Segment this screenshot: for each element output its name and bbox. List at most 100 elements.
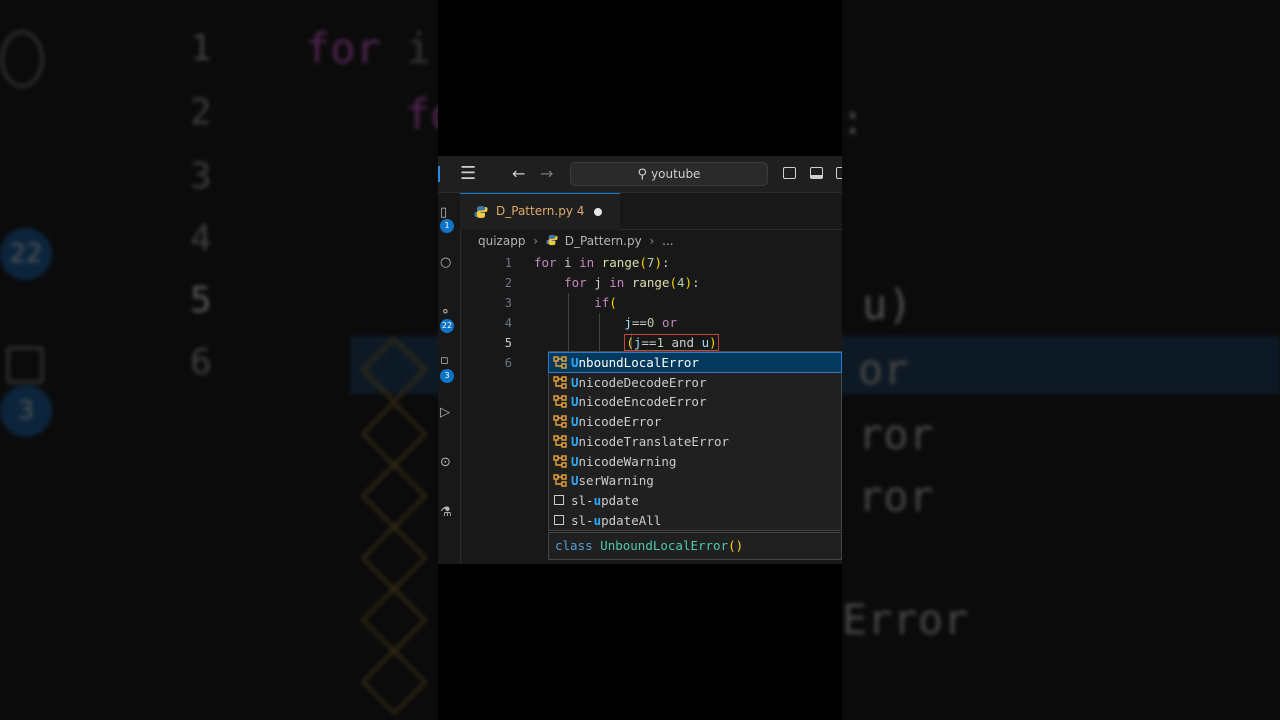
suggestion-detail: class UnboundLocalError() bbox=[548, 532, 842, 560]
explorer-badge: 1 bbox=[440, 219, 454, 233]
search-icon: ⚲ bbox=[637, 167, 648, 182]
line-number: 4 bbox=[504, 316, 512, 330]
breadcrumb-file[interactable]: D_Pattern.py bbox=[565, 234, 642, 248]
chevron-right-icon: › bbox=[649, 234, 655, 248]
tab-filename: D_Pattern.py 4 bbox=[496, 204, 585, 218]
suggestion-label: sl-update bbox=[571, 492, 639, 508]
code-token: : bbox=[661, 255, 670, 270]
detail-suffix: () bbox=[728, 538, 744, 553]
command-center-search[interactable]: ⚲ youtube bbox=[570, 162, 768, 186]
line-number: 5 bbox=[504, 336, 512, 350]
suggestion-item[interactable]: UnicodeDecodeError bbox=[549, 373, 841, 392]
code-line: (j==1 and u) bbox=[534, 333, 719, 353]
breadcrumb-more[interactable]: ... bbox=[662, 234, 673, 248]
forward-arrow-icon[interactable]: → bbox=[540, 156, 553, 192]
line-number: 3 bbox=[504, 296, 512, 310]
source-control-icon[interactable]: ⚬ bbox=[440, 305, 451, 320]
bracket-highlight: (j==1 and u) bbox=[624, 334, 719, 351]
suggestion-label: UnboundLocalError bbox=[571, 355, 699, 370]
code-token: i bbox=[556, 255, 580, 270]
unsaved-dot-icon[interactable] bbox=[594, 208, 602, 216]
extensions-icon[interactable]: ▫ bbox=[440, 353, 449, 368]
code-token: in bbox=[609, 275, 625, 290]
detail-keyword: class bbox=[555, 538, 593, 553]
code-line: for i in range(7): bbox=[534, 253, 719, 273]
detail-name: UnboundLocalError bbox=[600, 538, 729, 553]
code-token: range bbox=[631, 275, 670, 290]
code-token: or bbox=[661, 315, 678, 330]
suggestion-item[interactable]: UnicodeEncodeError bbox=[549, 392, 841, 411]
snippet-icon bbox=[554, 514, 564, 525]
code-token: ( bbox=[669, 275, 678, 290]
code-token: in bbox=[579, 255, 595, 270]
suggestion-label: UnicodeError bbox=[571, 414, 662, 430]
toggle-sidebar-icon[interactable] bbox=[783, 167, 796, 179]
suggestion-label: UserWarning bbox=[571, 473, 654, 489]
suggestion-item[interactable]: sl-updateAll bbox=[549, 511, 841, 530]
title-bar: ☰ ← → ⚲ youtube bbox=[438, 156, 842, 193]
line-number-gutter: 1 2 3 4 5 6 bbox=[478, 253, 512, 373]
breadcrumb: quizapp › D_Pattern.py › ... bbox=[478, 234, 678, 248]
class-icon bbox=[553, 474, 567, 487]
source-control-badge: 22 bbox=[440, 319, 454, 333]
suggestion-item[interactable]: UnicodeWarning bbox=[549, 452, 841, 471]
vscode-logo-icon bbox=[438, 166, 440, 182]
code-token: for bbox=[534, 255, 557, 270]
python-file-icon bbox=[546, 234, 558, 246]
class-icon bbox=[553, 395, 567, 409]
code-token: 4 bbox=[677, 275, 685, 290]
code-token: ( bbox=[639, 255, 647, 270]
suggestion-label: UnicodeWarning bbox=[571, 453, 677, 469]
suggestion-item[interactable]: UserWarning bbox=[549, 471, 841, 490]
testing-icon[interactable]: ⚗ bbox=[440, 505, 452, 520]
code-token: range bbox=[601, 255, 640, 270]
code-token: : bbox=[692, 275, 700, 290]
activity-bar: ▯ 1 ○ ⚬ 22 ▫ 3 ▷ ⊙ ⚗ bbox=[438, 193, 461, 564]
tab-d-pattern[interactable]: D_Pattern.py 4 bbox=[460, 193, 620, 230]
suggestion-item[interactable]: sl-update bbox=[549, 491, 841, 510]
code-token: j bbox=[586, 275, 610, 290]
code-token: ) bbox=[709, 335, 717, 350]
snippet-icon bbox=[554, 494, 564, 505]
suggestion-label: sl-updateAll bbox=[571, 512, 662, 528]
toggle-panel-icon[interactable] bbox=[810, 167, 823, 179]
chevron-right-icon: › bbox=[533, 234, 539, 248]
code-token: and bbox=[663, 335, 702, 350]
class-icon bbox=[553, 356, 567, 369]
suggestion-label: UnicodeDecodeError bbox=[571, 374, 707, 390]
code-token: ( bbox=[609, 295, 617, 310]
code-token: ( bbox=[626, 335, 634, 350]
search-activity-icon[interactable]: ○ bbox=[440, 255, 451, 270]
code-token: j bbox=[624, 315, 632, 330]
code-token: == bbox=[641, 335, 657, 350]
line-number: 6 bbox=[504, 356, 512, 370]
code-token: ) bbox=[684, 275, 693, 290]
remote-explorer-icon[interactable]: ⊙ bbox=[440, 455, 451, 470]
search-text: youtube bbox=[651, 167, 701, 181]
python-file-icon bbox=[474, 206, 488, 218]
code-token: 1 bbox=[656, 335, 664, 350]
line-number: 1 bbox=[504, 256, 512, 270]
class-icon bbox=[553, 415, 567, 428]
suggestion-item[interactable]: UnicodeError bbox=[549, 412, 841, 431]
menu-icon[interactable]: ☰ bbox=[460, 156, 476, 192]
code-line: j==0 or bbox=[534, 313, 719, 333]
back-arrow-icon[interactable]: ← bbox=[512, 156, 525, 192]
suggestion-widget: UnboundLocalError UnicodeDecodeError Unico… bbox=[548, 351, 842, 531]
suggestion-item[interactable]: UnicodeTranslateError bbox=[549, 432, 841, 451]
code-line: for j in range(4): bbox=[534, 273, 719, 293]
code-token: ) bbox=[654, 255, 662, 270]
code-token: u bbox=[701, 335, 710, 350]
run-debug-icon[interactable]: ▷ bbox=[440, 405, 450, 420]
code-line: if( bbox=[534, 293, 719, 313]
vscode-window: ☰ ← → ⚲ youtube ▯ 1 ○ ⚬ 22 ▫ 3 ▷ ⊙ ⚗ D_P… bbox=[438, 156, 842, 564]
toggle-secondary-sidebar-icon[interactable] bbox=[836, 167, 842, 179]
suggestion-label: UnicodeTranslateError bbox=[571, 433, 730, 449]
explorer-icon[interactable]: ▯ bbox=[440, 205, 447, 220]
line-number: 2 bbox=[504, 276, 512, 290]
breadcrumb-folder[interactable]: quizapp bbox=[478, 234, 525, 248]
suggestion-item[interactable]: UnboundLocalError bbox=[548, 352, 842, 373]
